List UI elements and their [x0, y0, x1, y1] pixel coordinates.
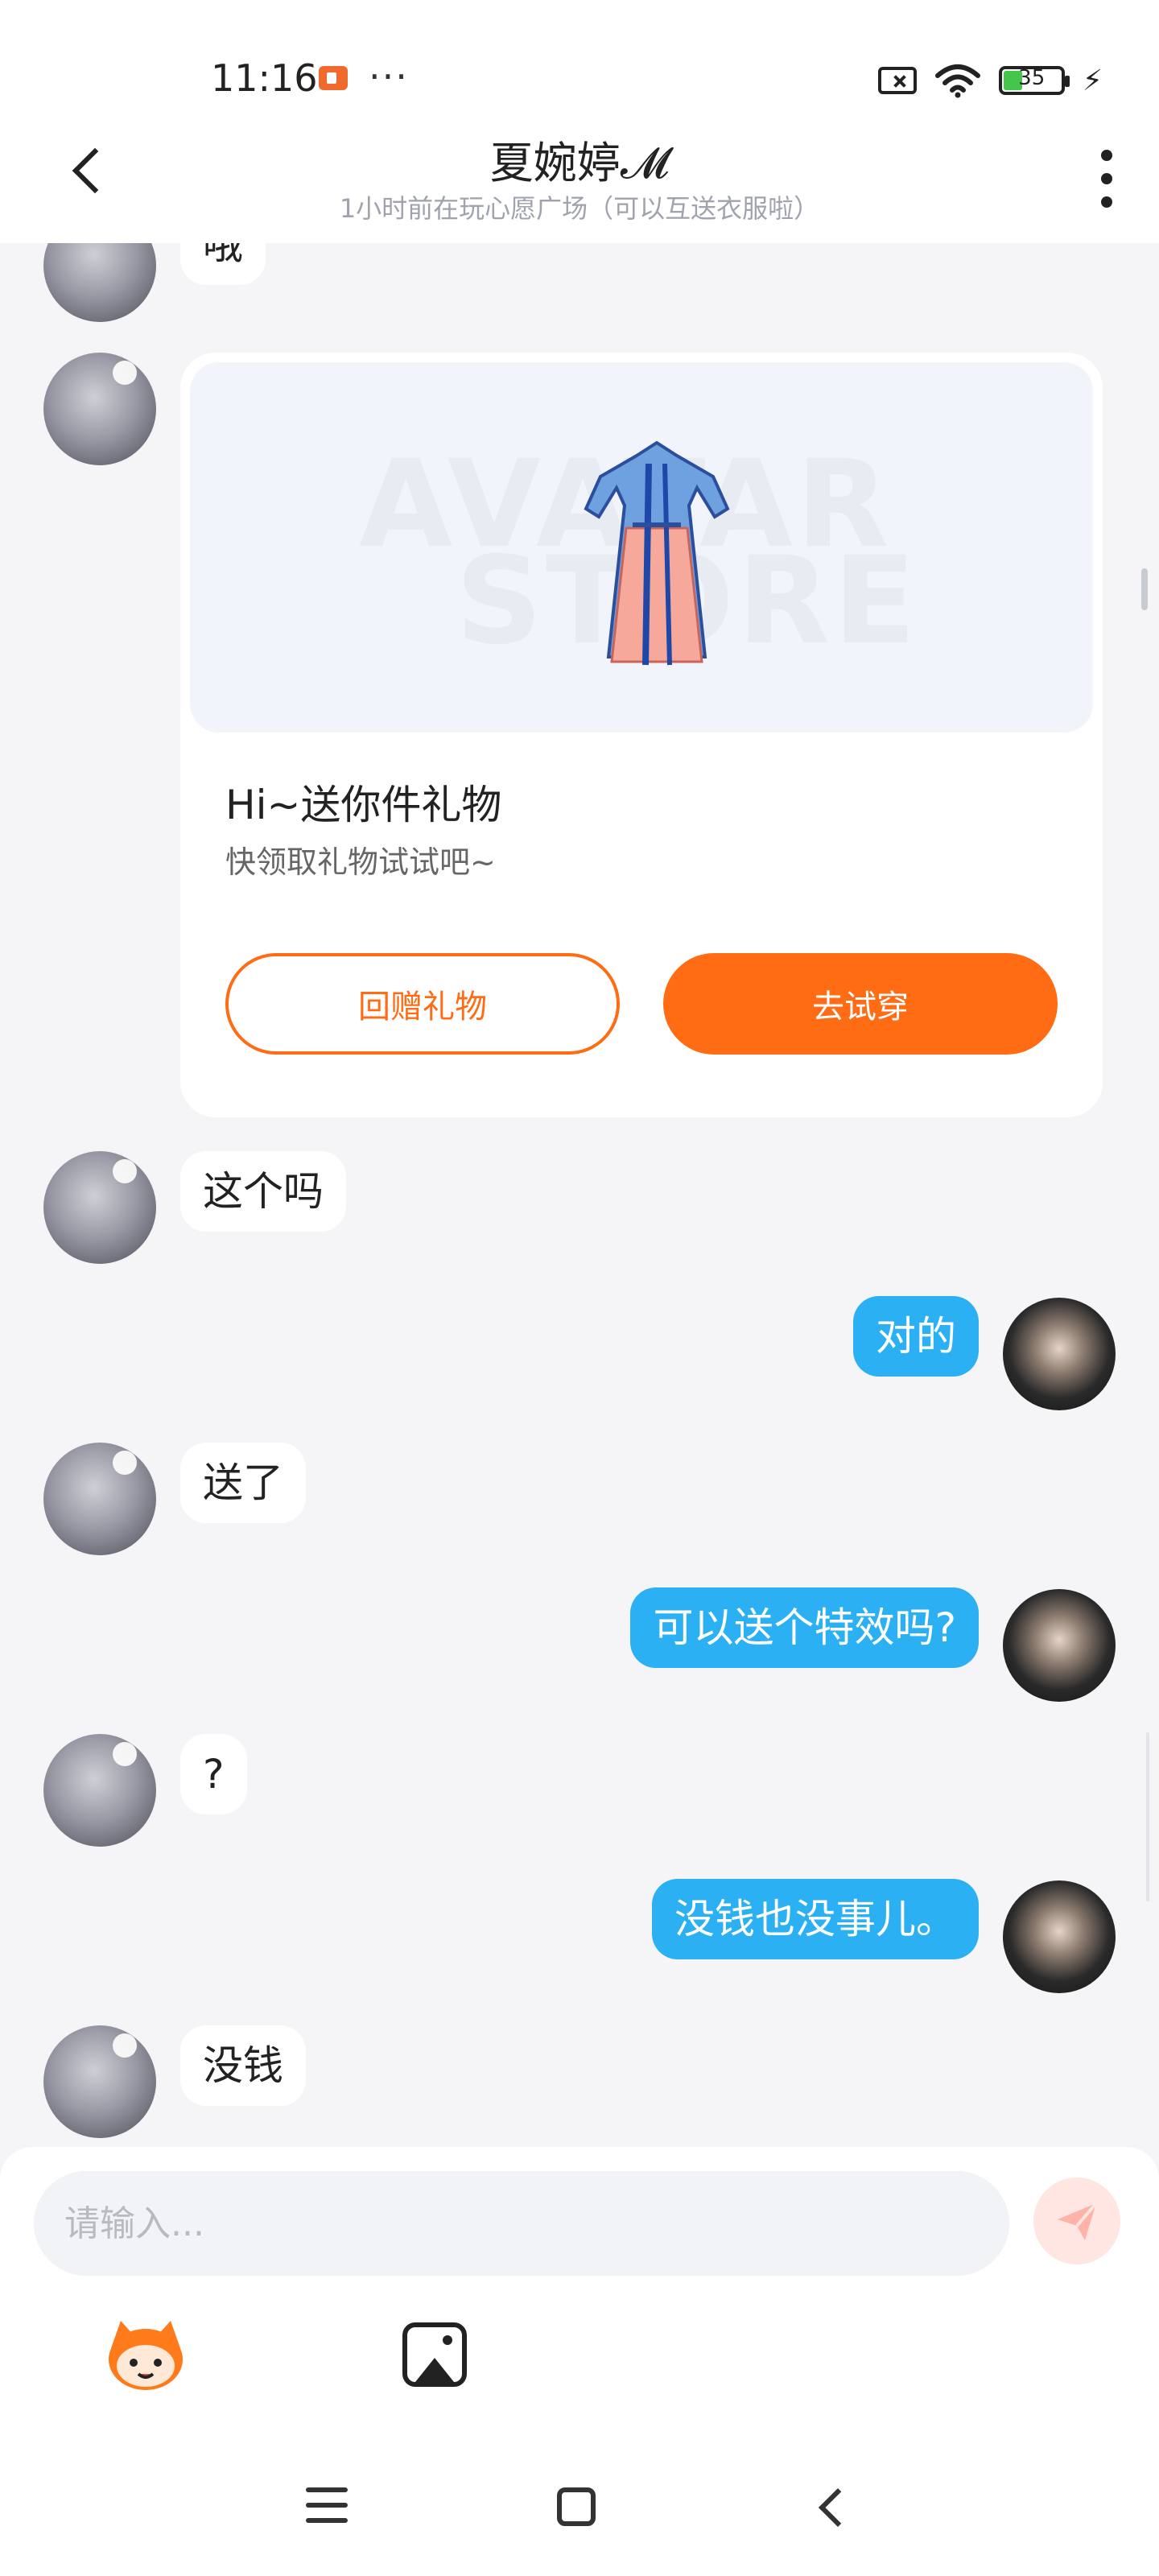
gift-title: Hi~送你件礼物: [225, 782, 502, 828]
top-bar: 11:16 ··· 35 ⚡︎ 夏婉婷𝓜 1小时前在玩心愿广场（可以互送衣服啦）: [0, 0, 1159, 243]
return-gift-button[interactable]: 回赠礼物: [225, 953, 620, 1055]
send-icon: [1058, 2202, 1098, 2240]
message-bubble-incoming: 没钱: [180, 2025, 306, 2106]
gift-image: AVATAR STORE: [190, 362, 1093, 733]
home-button[interactable]: [557, 2487, 596, 2526]
contact-avatar[interactable]: [43, 1734, 156, 1847]
message-bubble-outgoing: 可以送个特效吗?: [630, 1587, 979, 1668]
message-bubble-incoming: ?: [180, 1734, 247, 1814]
message-bubble-incoming: 送了: [180, 1443, 306, 1523]
my-avatar[interactable]: [1003, 1880, 1116, 1993]
wifi-icon: [934, 64, 980, 98]
more-notifications-icon: ···: [369, 55, 409, 98]
battery-level: 35: [1018, 66, 1046, 90]
message-bubble-outgoing: 对的: [853, 1296, 979, 1377]
try-on-button[interactable]: 去试穿: [663, 953, 1058, 1055]
message-bubble-incoming: 这个吗: [180, 1151, 346, 1232]
my-avatar[interactable]: [1003, 1298, 1116, 1410]
contact-avatar[interactable]: [43, 1443, 156, 1555]
send-button[interactable]: [1033, 2178, 1120, 2264]
gift-description: 快领取礼物试试吧~: [225, 844, 496, 880]
contact-avatar[interactable]: [43, 353, 156, 465]
gown-icon: [584, 440, 730, 666]
status-icons: 35 ⚡︎: [877, 63, 1103, 98]
chat-title: 夏婉婷𝓜: [489, 138, 670, 188]
charging-icon: ⚡︎: [1082, 64, 1103, 97]
scroll-indicator: [1146, 1732, 1149, 1901]
message-bubble-outgoing: 没钱也没事儿。: [652, 1879, 979, 1959]
contact-avatar[interactable]: [43, 1151, 156, 1264]
my-avatar[interactable]: [1003, 1589, 1116, 1702]
message-list[interactable]: 哦 AVATAR STORE Hi~送你件礼物 快领取礼物试试吧~ 回赠礼物 去…: [0, 243, 1159, 2147]
system-back-button[interactable]: [815, 2487, 847, 2526]
message-input[interactable]: [63, 2202, 1009, 2245]
battery-icon: 35: [998, 66, 1070, 95]
message-input-box[interactable]: [34, 2171, 1009, 2276]
message-bubble-incoming: 哦: [180, 243, 266, 285]
chat-subtitle: 1小时前在玩心愿广场（可以互送衣服啦）: [339, 193, 820, 224]
status-time: 11:16: [211, 56, 318, 100]
no-sim-icon: [877, 67, 917, 94]
image-picker-icon[interactable]: [402, 2322, 467, 2387]
recent-apps-button[interactable]: [306, 2487, 348, 2523]
contact-avatar[interactable]: [43, 2025, 156, 2138]
more-options-button[interactable]: [1098, 150, 1116, 208]
scrollbar-thumb[interactable]: [1141, 568, 1148, 610]
contact-avatar[interactable]: [43, 243, 156, 322]
gift-card[interactable]: AVATAR STORE Hi~送你件礼物 快领取礼物试试吧~ 回赠礼物 去试穿: [180, 353, 1103, 1117]
screen-record-icon: [319, 66, 348, 90]
mascot-sticker-icon[interactable]: [103, 2316, 188, 2393]
